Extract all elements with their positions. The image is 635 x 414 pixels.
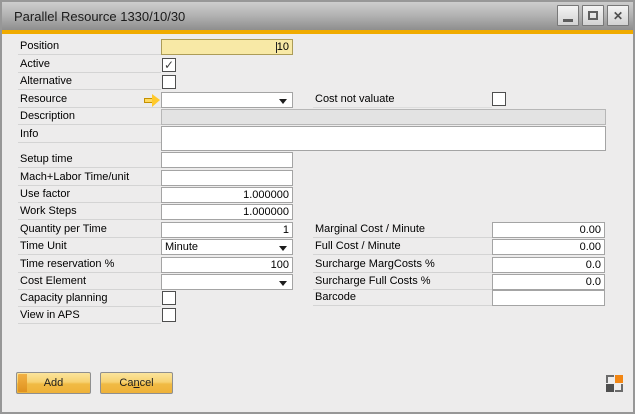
corner-bracket-top-left: [606, 375, 614, 383]
checkmark-icon: ✓: [164, 59, 175, 71]
link-arrow-icon[interactable]: [143, 94, 160, 107]
marginal-cost-label: Marginal Cost / Minute: [313, 222, 492, 238]
time-reservation-label: Time reservation %: [18, 257, 161, 273]
barcode-label: Barcode: [313, 290, 492, 306]
position-label: Position: [18, 39, 161, 55]
surcharge-margcosts-value: 0.0: [586, 259, 601, 271]
use-factor-value: 1.000000: [243, 189, 289, 201]
corner-bracket-bottom-right: [615, 384, 623, 392]
maximize-button[interactable]: [582, 5, 604, 26]
surcharge-full-costs-input[interactable]: 0.0: [492, 274, 605, 290]
position-input[interactable]: 10: [161, 39, 293, 55]
default-button-indicator: [18, 374, 27, 392]
window-titlebar[interactable]: Parallel Resource 1330/10/30: [2, 2, 633, 30]
surcharge-full-costs-value: 0.0: [586, 276, 601, 288]
time-reservation-value: 100: [271, 259, 289, 271]
maximize-icon: [588, 11, 598, 20]
use-factor-label: Use factor: [18, 187, 161, 203]
cost-not-valuate-checkbox[interactable]: ✓: [492, 92, 506, 106]
work-steps-value: 1.000000: [243, 206, 289, 218]
parallel-resource-window: Parallel Resource 1330/10/30 ✕ Position …: [0, 0, 635, 414]
full-cost-label: Full Cost / Minute: [313, 239, 492, 255]
barcode-input[interactable]: [492, 290, 605, 306]
quantity-per-time-value: 1: [283, 224, 289, 236]
window-controls: ✕: [557, 5, 629, 26]
surcharge-full-costs-label: Surcharge Full Costs %: [313, 274, 492, 290]
cost-element-dropdown[interactable]: [161, 274, 293, 290]
surcharge-margcosts-input[interactable]: 0.0: [492, 257, 605, 273]
dropdown-arrow-icon: [279, 99, 287, 104]
position-value: 10: [277, 41, 289, 53]
work-steps-label: Work Steps: [18, 204, 161, 220]
info-input[interactable]: [161, 126, 606, 151]
time-unit-dropdown[interactable]: Minute: [161, 239, 293, 255]
surcharge-margcosts-label: Surcharge MargCosts %: [313, 257, 492, 273]
gray-square: [606, 384, 614, 392]
full-cost-input[interactable]: 0.00: [492, 239, 605, 255]
cancel-button[interactable]: Cancel: [100, 372, 173, 394]
cost-not-valuate-label: Cost not valuate: [313, 92, 492, 108]
time-reservation-input[interactable]: 100: [161, 257, 293, 273]
titlebar-accent-bar: [2, 30, 633, 34]
add-button-label: Add: [44, 377, 64, 389]
description-input: [161, 109, 606, 125]
close-button[interactable]: ✕: [607, 5, 629, 26]
alternative-checkbox[interactable]: ✓: [162, 75, 176, 89]
quantity-per-time-input[interactable]: 1: [161, 222, 293, 238]
view-in-aps-label: View in APS: [18, 308, 161, 324]
setup-time-input[interactable]: [161, 152, 293, 168]
cancel-label-post: cel: [140, 377, 154, 389]
marginal-cost-value: 0.00: [580, 224, 601, 236]
active-checkbox[interactable]: ✓: [162, 58, 176, 72]
time-unit-label: Time Unit: [18, 239, 161, 255]
capacity-planning-label: Capacity planning: [18, 291, 161, 307]
active-label: Active: [18, 57, 161, 73]
setup-time-label: Setup time: [18, 152, 161, 168]
dropdown-arrow-icon: [279, 281, 287, 286]
window-title: Parallel Resource 1330/10/30: [14, 9, 185, 24]
full-cost-value: 0.00: [580, 241, 601, 253]
capacity-planning-checkbox[interactable]: ✓: [162, 291, 176, 305]
description-label: Description: [18, 109, 161, 125]
minimize-button[interactable]: [557, 5, 579, 26]
cost-element-label: Cost Element: [18, 274, 161, 290]
form-widget-icon[interactable]: [606, 375, 623, 392]
orange-square: [615, 375, 623, 383]
work-steps-input[interactable]: 1.000000: [161, 204, 293, 220]
close-icon: ✕: [613, 10, 623, 22]
cancel-label-pre: Ca: [119, 377, 133, 389]
alternative-label: Alternative: [18, 74, 161, 90]
marginal-cost-input[interactable]: 0.00: [492, 222, 605, 238]
info-label: Info: [18, 127, 161, 143]
quantity-per-time-label: Quantity per Time: [18, 222, 161, 238]
minimize-icon: [563, 19, 573, 22]
mach-labor-input[interactable]: [161, 170, 293, 186]
mach-labor-label: Mach+Labor Time/unit: [18, 170, 161, 186]
resource-label: Resource: [18, 92, 161, 108]
resource-dropdown[interactable]: [161, 92, 293, 108]
add-button[interactable]: Add: [16, 372, 91, 394]
use-factor-input[interactable]: 1.000000: [161, 187, 293, 203]
view-in-aps-checkbox[interactable]: ✓: [162, 308, 176, 322]
time-unit-value: Minute: [165, 241, 198, 253]
dropdown-arrow-icon: [279, 246, 287, 251]
